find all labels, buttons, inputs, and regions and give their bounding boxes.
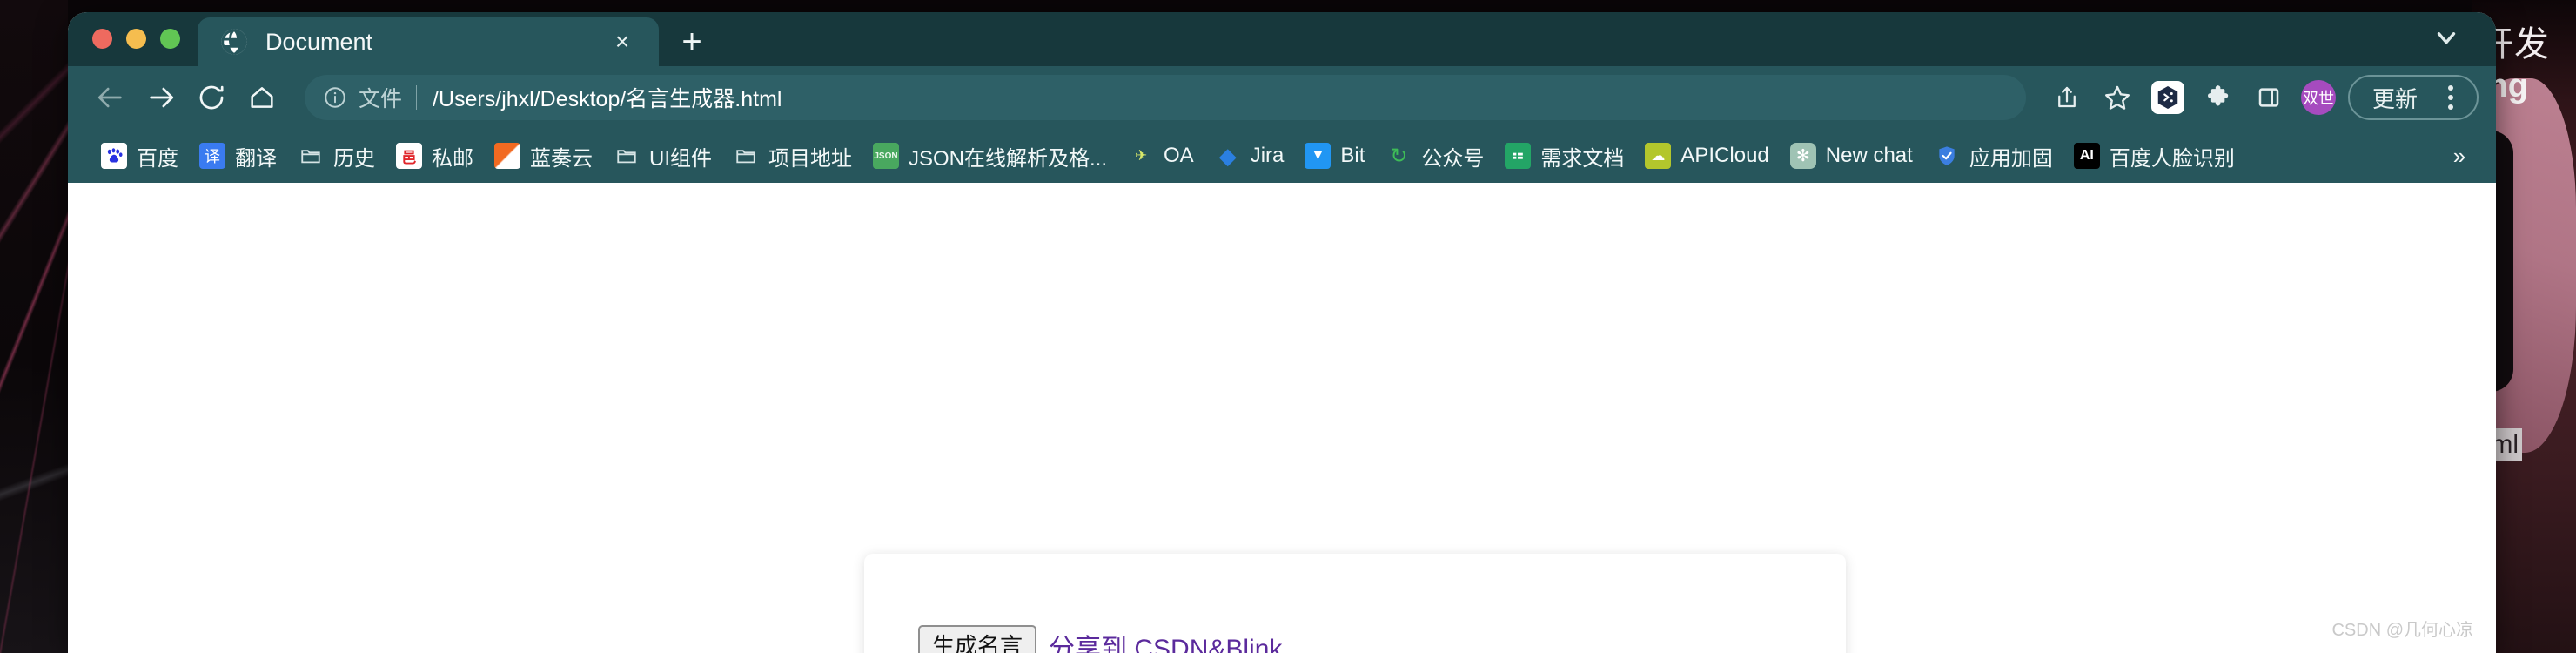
bookmark-label: Jira: [1250, 144, 1285, 167]
bookmark-label: 百度: [137, 146, 178, 171]
chevron-down-icon[interactable]: [2426, 17, 2466, 57]
new-tab-button[interactable]: +: [666, 17, 718, 66]
bookmark-label: 私邮: [432, 146, 473, 171]
shield-check-icon: [1934, 143, 1960, 169]
bookmark-wechat-official[interactable]: ↻ 公众号: [1375, 135, 1494, 177]
folder-icon: [733, 143, 759, 169]
star-icon[interactable]: [2094, 74, 2141, 121]
tab-document[interactable]: Document ×: [198, 17, 659, 66]
update-label: 更新: [2371, 85, 2418, 112]
bookmark-label: 翻译: [235, 146, 277, 171]
sheets-icon: [1505, 143, 1532, 169]
bookmark-label: 蓝奏云: [530, 146, 593, 171]
bookmark-jira[interactable]: ◆ Jira: [1204, 135, 1295, 177]
jira-icon: ◆: [1218, 143, 1237, 169]
divider: [416, 85, 418, 110]
arrow-left-icon[interactable]: [87, 74, 134, 121]
apicloud-icon: ☁: [1645, 143, 1672, 169]
mail-icon: 邑: [396, 143, 422, 169]
reload-icon[interactable]: [188, 74, 235, 121]
translate-icon: 译: [199, 143, 225, 169]
desktop-background: 开发 ing tml Document × + 文件 /Users/jhxl/D…: [0, 0, 2576, 653]
quote-generator-card: 生成名言 分享到 CSDN&Blink: [864, 554, 1846, 653]
bookmark-translate[interactable]: 译 翻译: [189, 135, 287, 177]
globe-icon: [220, 28, 248, 56]
bookmark-label: 应用加固: [1969, 146, 2053, 171]
bookmark-label: JSON在线解析及格...: [909, 146, 1108, 171]
update-button[interactable]: 更新: [2347, 75, 2479, 120]
bookmark-json-parser[interactable]: JSON JSON在线解析及格...: [862, 135, 1117, 177]
bookmarks-overflow-button[interactable]: »: [2438, 135, 2480, 177]
puzzle-piece-icon[interactable]: [2195, 74, 2242, 121]
generate-quote-button[interactable]: 生成名言: [918, 624, 1037, 653]
bookmarks-bar: 百度 译 翻译 历史 邑 私邮 蓝奏云 UI组件 项目地址 JSON JSON在…: [68, 129, 2496, 183]
bookmark-oa[interactable]: ✈ OA: [1117, 135, 1204, 177]
kebab-menu-icon[interactable]: [2433, 80, 2468, 115]
tab-title: Document: [265, 28, 373, 55]
close-tab-button[interactable]: ×: [605, 24, 640, 59]
bookmark-new-chat[interactable]: ✻ New chat: [1780, 135, 1923, 177]
bookmark-label: 公众号: [1421, 146, 1485, 171]
bookmark-label: 需求文档: [1540, 146, 1625, 171]
lanzou-cloud-icon: [494, 143, 520, 169]
baidu-paw-icon: [101, 143, 127, 169]
share-to-csdn-blink-link[interactable]: 分享到 CSDN&Blink: [1049, 627, 1282, 653]
bookmark-label: 历史: [333, 146, 375, 171]
bookmark-label: APICloud: [1680, 144, 1769, 167]
extension-badge: [2150, 81, 2184, 114]
bookmark-apicloud[interactable]: ☁ APICloud: [1634, 135, 1779, 177]
bookmark-baidu[interactable]: 百度: [91, 135, 189, 177]
window-controls: [68, 29, 198, 66]
bookmark-label: 项目地址: [768, 146, 852, 171]
tab-strip: Document × +: [68, 12, 2496, 66]
bookmark-app-hardening[interactable]: 应用加固: [1923, 135, 2063, 177]
openai-icon: ✻: [1789, 143, 1816, 169]
bookmark-bit[interactable]: ▼ Bit: [1294, 135, 1375, 177]
bookmark-baidu-face-recognition[interactable]: AI 百度人脸识别: [2063, 135, 2245, 177]
wechat-icon: ↻: [1390, 144, 1408, 168]
share-icon[interactable]: [2043, 74, 2090, 121]
json-icon: JSON: [873, 143, 899, 169]
bookmark-project-url-folder[interactable]: 项目地址: [722, 135, 862, 177]
bookmark-private-mail[interactable]: 邑 私邮: [386, 135, 484, 177]
bookmark-label: 百度人脸识别: [2109, 146, 2235, 171]
oa-icon: ✈: [1134, 147, 1148, 164]
bookmark-label: UI组件: [649, 146, 712, 171]
url-scheme-label: 文件: [359, 87, 403, 111]
maximize-window-button[interactable]: [160, 29, 180, 49]
bookmark-history-folder[interactable]: 历史: [287, 135, 386, 177]
folder-icon: [298, 143, 324, 169]
bit-icon: ▼: [1305, 143, 1332, 169]
home-icon[interactable]: [238, 74, 285, 121]
bookmark-requirements-doc[interactable]: 需求文档: [1494, 135, 1634, 177]
ai-icon: AI: [2073, 143, 2100, 169]
minimize-window-button[interactable]: [126, 29, 146, 49]
bookmark-ui-components-folder[interactable]: UI组件: [603, 135, 722, 177]
side-panel-icon[interactable]: [2245, 74, 2292, 121]
watermark: CSDN @几何心凉: [2331, 621, 2473, 640]
close-window-button[interactable]: [92, 29, 112, 49]
avatar[interactable]: 双世: [2300, 80, 2336, 115]
arrow-right-icon[interactable]: [138, 74, 184, 121]
browser-window: Document × + 文件 /Users/jhxl/Desktop/名言生成…: [68, 12, 2496, 653]
page-viewport: 生成名言 分享到 CSDN&Blink CSDN @几何心凉: [68, 183, 2496, 653]
folder-icon: [614, 143, 640, 169]
bookmark-label: OA: [1164, 144, 1194, 167]
bookmark-label: New chat: [1825, 144, 1913, 167]
info-circle-icon[interactable]: [320, 83, 350, 112]
url-text[interactable]: /Users/jhxl/Desktop/名言生成器.html: [433, 82, 782, 113]
browser-toolbar: 文件 /Users/jhxl/Desktop/名言生成器.html 双世 更新: [68, 66, 2496, 129]
bookmark-label: Bit: [1340, 144, 1365, 167]
code-hexagon-icon[interactable]: [2144, 74, 2191, 121]
address-bar[interactable]: 文件 /Users/jhxl/Desktop/名言生成器.html: [305, 75, 2026, 120]
wallpaper-left: [0, 0, 68, 653]
bookmark-lanzou-cloud[interactable]: 蓝奏云: [484, 135, 603, 177]
